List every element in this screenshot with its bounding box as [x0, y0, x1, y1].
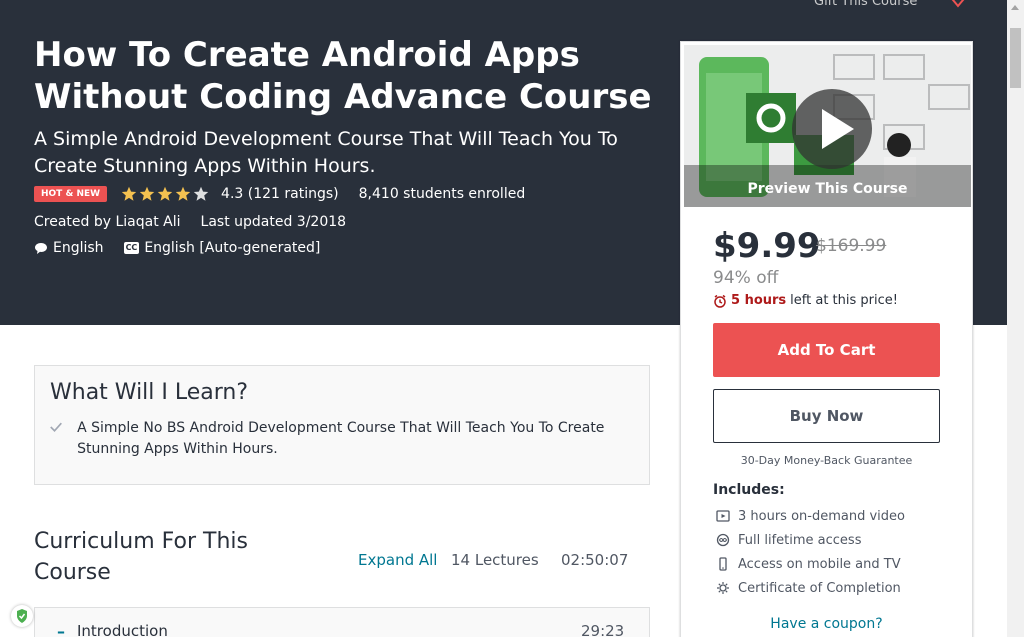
students-enrolled: 8,410 students enrolled: [358, 186, 526, 202]
language-row: English CC English [Auto-generated]: [34, 240, 320, 256]
course-preview[interactable]: Preview This Course: [684, 45, 971, 207]
include-label: Full lifetime access: [738, 532, 862, 548]
star-icon: [121, 186, 137, 201]
include-label: Certificate of Completion: [738, 580, 901, 596]
security-shield-icon[interactable]: [11, 605, 33, 627]
scroll-up-arrow-icon[interactable]: [1011, 5, 1019, 10]
certificate-icon: [717, 582, 729, 594]
add-to-cart-button[interactable]: Add To Cart: [713, 323, 940, 377]
coupon-link[interactable]: Have a coupon?: [713, 616, 940, 632]
vertical-scrollbar[interactable]: [1007, 0, 1024, 637]
section-title: Introduction: [77, 622, 168, 637]
scroll-thumb[interactable]: [1010, 28, 1021, 88]
include-item-video: 3 hours on-demand video: [716, 504, 905, 528]
last-updated: Last updated 3/2018: [200, 214, 347, 230]
includes-list: 3 hours on-demand video Full lifetime ac…: [716, 504, 905, 600]
author-row: Created by Liaqat Ali Last updated 3/201…: [34, 214, 346, 230]
hot-new-badge: HOT & NEW: [34, 186, 108, 202]
star-rating: [121, 186, 211, 202]
rating-value: 4.3: [221, 186, 244, 202]
what-you-learn-box: What Will I Learn? A Simple No BS Androi…: [34, 365, 650, 485]
star-icon: [175, 186, 191, 201]
timer-text: left at this price!: [790, 293, 898, 308]
star-icon: [139, 186, 155, 201]
total-duration: 02:50:07: [561, 551, 629, 569]
learn-item-text: A Simple No BS Android Development Cours…: [77, 420, 605, 457]
curriculum-title: Curriculum For This Course: [34, 529, 248, 585]
timer-hours: 5 hours: [731, 293, 787, 308]
ratings-count: (121 ratings): [247, 186, 339, 202]
include-label: Access on mobile and TV: [738, 556, 901, 572]
course-title: How To Create Android Apps Without Codin…: [34, 35, 652, 117]
course-subtitle: A Simple Android Development Course That…: [34, 128, 618, 177]
created-by[interactable]: Created by Liaqat Ali: [34, 214, 181, 230]
includes-title: Includes:: [713, 482, 785, 498]
video-icon: [716, 510, 730, 522]
collapse-icon[interactable]: –: [57, 622, 65, 637]
price-timer: 5 hours left at this price!: [713, 293, 898, 308]
money-back-guarantee: 30-Day Money-Back Guarantee: [740, 454, 913, 467]
include-label: 3 hours on-demand video: [738, 508, 905, 524]
rating-row: HOT & NEW 4.3 (121 ratings) 8,410 studen…: [34, 186, 525, 202]
mobile-icon: [719, 557, 727, 571]
infinity-icon: [716, 533, 730, 547]
buy-now-button[interactable]: Buy Now: [713, 389, 940, 443]
star-icon: [157, 186, 173, 201]
speech-bubble-icon: [34, 242, 48, 255]
alarm-clock-icon: [714, 294, 726, 308]
original-price: $169.99: [816, 236, 887, 256]
course-captions: English [Auto-generated]: [144, 240, 321, 256]
play-button[interactable]: [792, 89, 872, 169]
checkmark-icon: [50, 422, 62, 432]
include-item-mobile: Access on mobile and TV: [716, 552, 905, 576]
lecture-count: 14 Lectures: [451, 551, 539, 569]
star-half-icon: [193, 186, 209, 201]
learn-item: A Simple No BS Android Development Cours…: [50, 418, 630, 460]
include-item-certificate: Certificate of Completion: [716, 576, 905, 600]
learn-title: What Will I Learn?: [50, 380, 249, 405]
section-duration: 29:23: [581, 622, 625, 637]
rating-summary[interactable]: 4.3 (121 ratings): [221, 186, 339, 202]
preview-label: Preview This Course: [747, 181, 908, 197]
course-language: English: [53, 240, 104, 256]
current-price: $9.99: [713, 226, 821, 266]
closed-captions-icon: CC: [123, 242, 140, 254]
discount-percent: 94% off: [713, 268, 779, 288]
heart-icon[interactable]: [946, 0, 970, 12]
play-icon: [822, 109, 854, 149]
include-item-lifetime: Full lifetime access: [716, 528, 905, 552]
expand-all-button[interactable]: Expand All: [358, 551, 437, 569]
curriculum-section[interactable]: – Introduction 29:23: [34, 607, 650, 637]
gift-course-link[interactable]: Gift This Course: [814, 0, 917, 9]
